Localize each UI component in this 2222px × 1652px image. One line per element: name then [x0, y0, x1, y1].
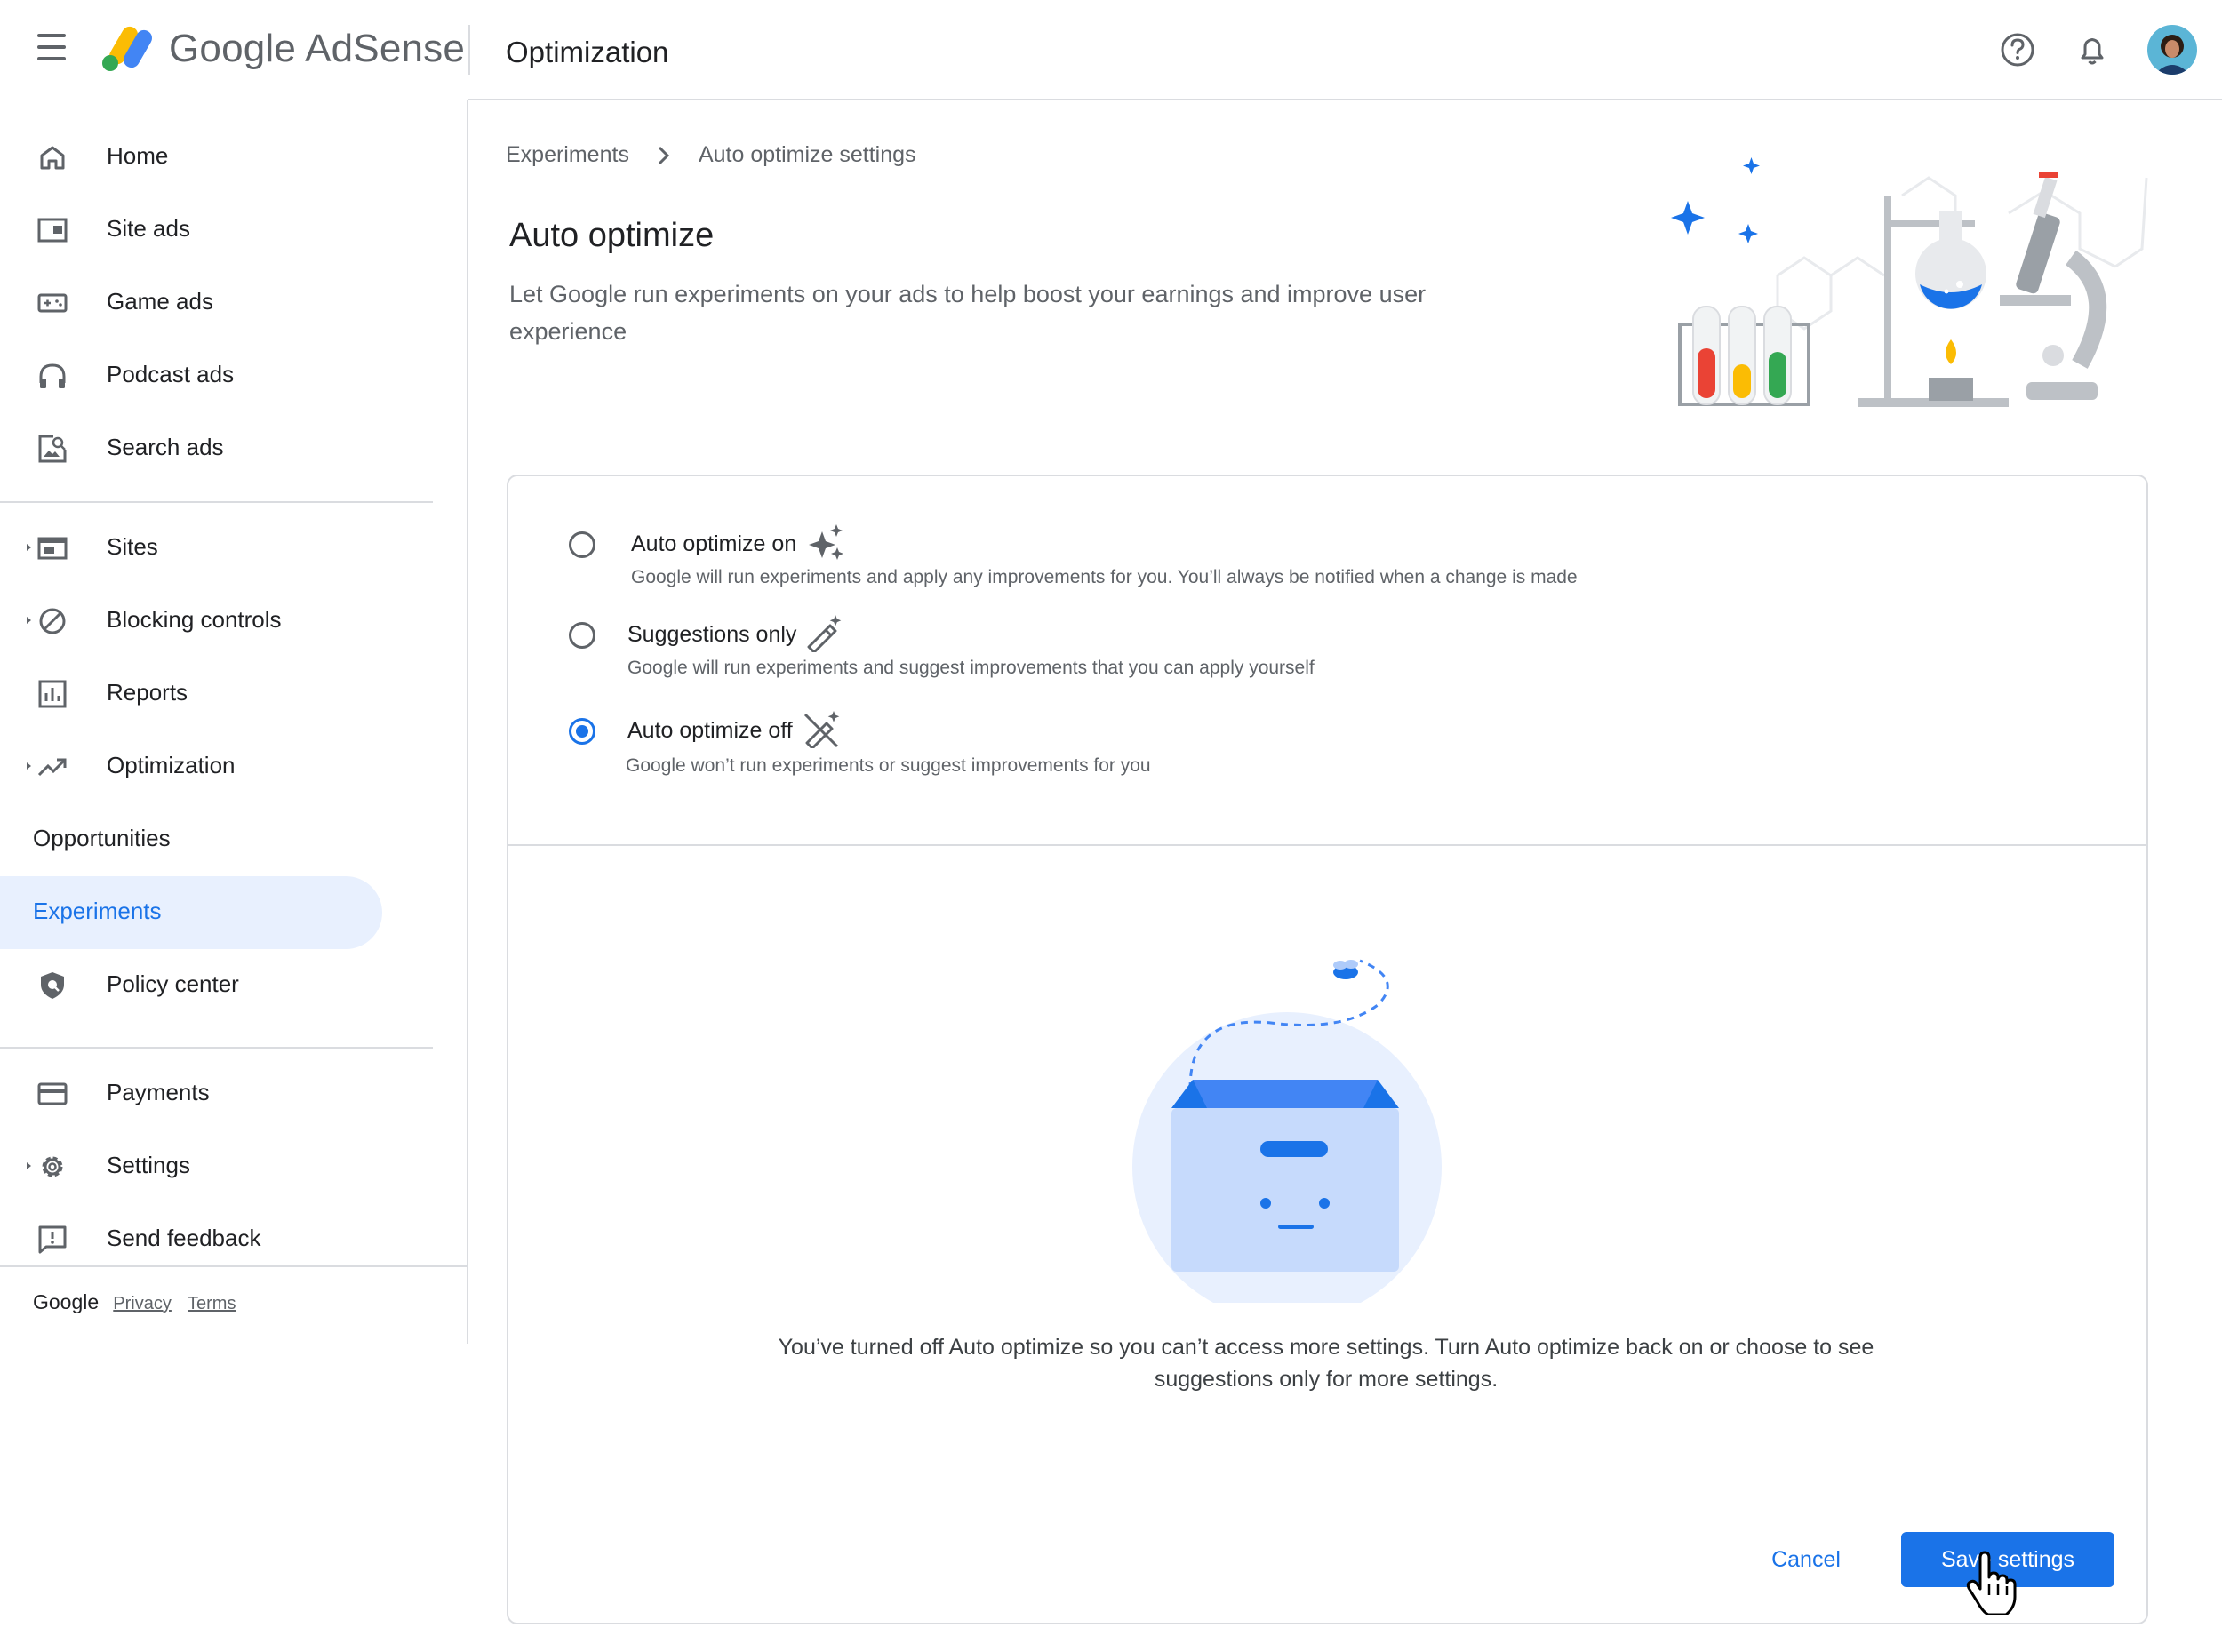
option-label: Auto optimize off	[627, 718, 793, 743]
sidebar-item-payments[interactable]: Payments	[0, 1057, 382, 1130]
expand-caret-icon	[27, 617, 31, 624]
sidebar-item-podcast-ads[interactable]: Podcast ads	[0, 339, 382, 412]
sidebar-item-reports[interactable]: Reports	[0, 658, 382, 730]
block-icon	[39, 608, 66, 634]
sidebar-item-sites[interactable]: Sites	[0, 512, 382, 585]
sidebar-footer: Google Privacy Terms	[33, 1290, 246, 1314]
sidebar-item-label: Experiments	[33, 898, 162, 924]
auto-optimize-settings-card: Auto optimize on Google will run experim…	[507, 475, 2148, 1624]
sidebar-item-site-ads[interactable]: Site ads	[0, 194, 382, 267]
sidebar-item-label: Optimization	[107, 752, 236, 778]
sidebar-item-game-ads[interactable]: Game ads	[0, 267, 382, 339]
trending-up-icon	[37, 758, 67, 777]
magic-wand-icon	[807, 615, 842, 652]
option-label: Auto optimize on	[631, 531, 797, 556]
sidebar-divider	[0, 1047, 433, 1049]
top-app-bar: Google AdSense Optimization	[0, 0, 2222, 100]
sites-icon	[37, 537, 68, 560]
sidebar-item-label: Podcast ads	[107, 361, 235, 387]
sidebar-item-label: Home	[107, 142, 169, 169]
reports-icon	[38, 680, 67, 708]
terms-link[interactable]: Terms	[188, 1294, 236, 1313]
game-ads-icon	[37, 293, 68, 313]
user-avatar[interactable]	[2147, 25, 2197, 75]
feedback-icon	[38, 1225, 67, 1254]
radio-auto-optimize-off[interactable]	[569, 718, 595, 745]
page-subtitle: Let Google run experiments on your ads t…	[509, 281, 1427, 345]
expand-caret-icon	[27, 544, 31, 551]
option-description: Google will run experiments and apply an…	[631, 567, 1578, 587]
help-icon[interactable]	[1998, 30, 2037, 69]
credit-card-icon	[37, 1082, 68, 1105]
card-divider	[508, 844, 2146, 846]
home-icon	[40, 146, 65, 170]
site-ads-icon	[37, 218, 68, 243]
sidebar-item-label: Opportunities	[33, 825, 171, 851]
sidebar-item-label: Sites	[107, 533, 158, 560]
empty-box-illustration	[1132, 959, 1442, 1303]
sidebar-item-label: Blocking controls	[107, 606, 282, 633]
sidebar-item-label: Settings	[107, 1152, 190, 1178]
radio-suggestions-only[interactable]	[569, 622, 595, 649]
auto-optimize-off-message: You’ve turned off Auto optimize so you c…	[778, 1335, 1874, 1392]
sidebar-divider	[0, 501, 433, 503]
headphones-icon	[39, 363, 66, 388]
sidebar-item-opportunities[interactable]: Opportunities	[0, 803, 382, 876]
sidebar-item-experiments[interactable]: Experiments	[0, 876, 382, 949]
sidebar-item-home[interactable]: Home	[0, 121, 382, 194]
app-logo-text[interactable]: Google AdSense	[169, 27, 465, 71]
save-settings-button[interactable]: Save settings	[1901, 1532, 2114, 1587]
page-title: Auto optimize	[509, 217, 715, 254]
breadcrumb: Experiments Auto optimize settings	[506, 142, 916, 168]
notifications-bell-icon[interactable]	[2073, 30, 2112, 69]
radio-auto-optimize-on[interactable]	[569, 531, 595, 558]
search-ads-icon	[38, 435, 67, 463]
topbar-bottom-border	[468, 99, 2222, 100]
sidebar-item-settings[interactable]: Settings	[0, 1130, 382, 1203]
shield-icon	[41, 972, 64, 999]
sidebar-empty-area	[0, 1344, 480, 1652]
expand-caret-icon	[27, 762, 31, 770]
adsense-logo-icon[interactable]	[100, 23, 156, 73]
privacy-link[interactable]: Privacy	[113, 1294, 172, 1313]
chevron-right-icon	[658, 146, 670, 164]
option-description: Google won’t run experiments or suggest …	[626, 755, 1151, 776]
footer-brand: Google	[33, 1290, 100, 1313]
page-heading: Optimization	[506, 36, 669, 68]
sidebar-item-label: Payments	[107, 1079, 210, 1105]
breadcrumb-current: Auto optimize settings	[698, 142, 916, 167]
sidebar-item-search-ads[interactable]: Search ads	[0, 412, 382, 485]
sidebar-item-label: Reports	[107, 679, 188, 706]
sidebar-item-optimization[interactable]: Optimization	[0, 730, 382, 803]
option-description: Google will run experiments and suggest …	[627, 658, 1315, 678]
gear-icon	[42, 1156, 63, 1177]
expand-caret-icon	[27, 1162, 31, 1169]
topbar-divider	[468, 25, 470, 75]
magic-wand-off-icon	[803, 711, 840, 748]
sparkle-icon	[809, 524, 843, 560]
breadcrumb-experiments-link[interactable]: Experiments	[506, 142, 629, 168]
hamburger-menu-icon[interactable]	[34, 34, 73, 66]
option-label: Suggestions only	[627, 622, 797, 647]
sidebar-item-label: Search ads	[107, 434, 224, 460]
lab-equipment-illustration	[1671, 157, 2148, 407]
sidebar-item-label: Game ads	[107, 288, 213, 315]
sidebar-nav: Home Site ads Game ads Podcast ads Searc…	[0, 100, 468, 1344]
sidebar-item-label: Send feedback	[107, 1225, 261, 1251]
sidebar-item-label: Policy center	[107, 970, 239, 997]
sidebar-item-label: Site ads	[107, 215, 190, 242]
sidebar-footer-divider	[0, 1265, 468, 1267]
sidebar-item-policy-center[interactable]: Policy center	[0, 949, 382, 1022]
sidebar-item-blocking-controls[interactable]: Blocking controls	[0, 585, 382, 658]
cancel-button[interactable]: Cancel	[1744, 1532, 1868, 1587]
